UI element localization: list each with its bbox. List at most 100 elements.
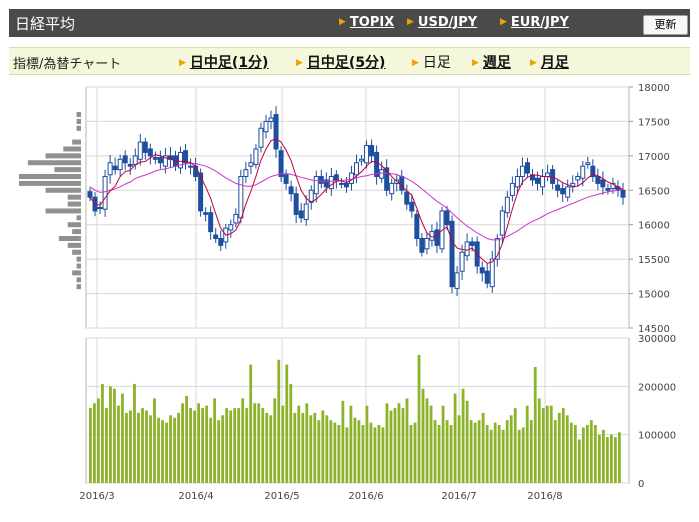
volume-bar xyxy=(493,422,497,483)
volume-profile-bar xyxy=(72,249,81,255)
candle-body xyxy=(298,210,304,219)
candle-body xyxy=(328,176,334,190)
volume-bar xyxy=(205,405,209,483)
candle-body xyxy=(479,267,485,274)
volume-bar xyxy=(273,398,277,483)
volume-bar xyxy=(389,410,393,483)
volume-bar xyxy=(525,405,529,483)
volume-bar xyxy=(413,422,417,483)
volume-bar xyxy=(145,410,148,483)
date-tick-label: 2016/7 xyxy=(441,491,476,502)
candle-body xyxy=(318,176,324,184)
price-axis-labels: 1800017500170001650016000155001500014500 xyxy=(638,83,670,335)
volume-bar xyxy=(517,429,521,483)
volume-bar xyxy=(557,412,561,483)
volume-bar xyxy=(533,367,537,483)
volume-bar xyxy=(417,354,421,483)
candle-body xyxy=(399,176,405,191)
candle-body xyxy=(288,186,294,195)
volume-bar xyxy=(305,403,309,483)
candle-body xyxy=(489,258,495,288)
volume-bar xyxy=(521,427,525,483)
volume-bar xyxy=(529,420,533,483)
volume-bar xyxy=(469,420,473,483)
volume-bar xyxy=(605,437,609,483)
candle-body xyxy=(409,201,415,212)
volume-bar xyxy=(337,425,341,483)
candle-body xyxy=(560,188,566,195)
candle-body xyxy=(519,165,525,178)
volume-bar xyxy=(289,383,293,483)
candle-body xyxy=(369,145,375,157)
volume-profile-bar xyxy=(67,222,81,228)
volume-profile-bar xyxy=(45,153,81,159)
volume-bar xyxy=(437,425,441,483)
volume-bar xyxy=(549,405,553,483)
volume-profile-bar xyxy=(76,284,81,290)
volume-bar xyxy=(125,412,128,483)
candle-body xyxy=(263,120,269,133)
volume-bar xyxy=(577,439,581,483)
candle-body xyxy=(127,163,133,167)
candle-body xyxy=(359,158,365,162)
volume-bar xyxy=(169,415,172,483)
volume-bar xyxy=(385,403,389,483)
volume-bar xyxy=(105,408,108,483)
candle-body xyxy=(157,157,163,164)
candle-body xyxy=(338,182,344,185)
volume-bar xyxy=(453,393,457,483)
candle-body xyxy=(565,186,571,198)
candle-body xyxy=(600,179,606,188)
volume-bar xyxy=(397,403,401,483)
date-tick-label: 2016/6 xyxy=(348,491,383,502)
volume-bar xyxy=(341,400,345,483)
candle-body xyxy=(132,155,138,165)
volume-bar xyxy=(425,398,429,483)
volume-bar xyxy=(537,398,541,483)
volume-bar xyxy=(161,420,164,483)
volume-bar xyxy=(225,408,229,483)
volume-bar xyxy=(465,400,469,483)
candle-body xyxy=(102,176,108,210)
volume-bar xyxy=(449,425,453,483)
volume-bar xyxy=(461,388,465,483)
volume-bar xyxy=(365,405,369,483)
volume-bar xyxy=(513,408,517,483)
volume-axis-labels: 300000 200000 100000 0 xyxy=(638,334,676,490)
volume-bar xyxy=(249,364,253,483)
volume-bar xyxy=(213,398,217,483)
volume-bar xyxy=(357,420,361,483)
volume-bar xyxy=(429,405,433,483)
candle-body xyxy=(379,169,385,179)
volume-bar xyxy=(129,410,132,483)
candle-body xyxy=(248,162,254,167)
volume-bar xyxy=(481,412,485,483)
candle-body xyxy=(122,155,128,164)
volume-profile xyxy=(19,112,81,290)
candle-body xyxy=(313,176,319,195)
volume-bar xyxy=(329,420,333,483)
volume-bar xyxy=(373,427,377,483)
volume-bar xyxy=(501,429,505,483)
volume-bar xyxy=(261,408,265,483)
candle-body xyxy=(454,272,460,289)
volume-bar xyxy=(421,388,425,483)
volume-profile-bar xyxy=(76,263,81,269)
volume-bar xyxy=(457,415,461,483)
volume-bar xyxy=(561,408,565,483)
candle-body xyxy=(524,162,530,174)
volume-bar xyxy=(369,422,373,483)
date-tick-label: 2016/8 xyxy=(527,491,562,502)
price-tick-label: 16500 xyxy=(638,186,670,197)
volume-bar xyxy=(109,386,112,483)
candle-body xyxy=(575,176,581,181)
volume-profile-bar xyxy=(27,160,81,166)
candle-body xyxy=(419,237,425,253)
volume-bar xyxy=(345,427,349,483)
volume-bar xyxy=(197,403,201,483)
volume-bar xyxy=(509,415,513,483)
volume-bar xyxy=(589,420,593,483)
volume-profile-bar xyxy=(76,125,81,131)
candle-body xyxy=(555,184,561,191)
chart-area: 1800017500170001650016000155001500014500… xyxy=(19,83,676,502)
